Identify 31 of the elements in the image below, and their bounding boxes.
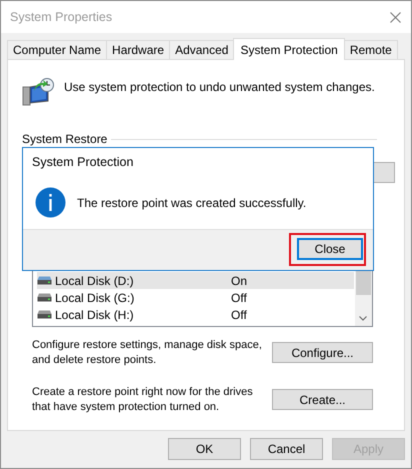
close-icon[interactable]: [390, 12, 401, 22]
protection-status: On: [231, 274, 248, 288]
drive-row[interactable]: Local Disk (D:) On: [37, 272, 354, 289]
drive-icon: [37, 276, 52, 285]
monitor-clock-icon: [22, 77, 54, 107]
create-button[interactable]: Create...: [272, 389, 373, 410]
protection-status: Off: [231, 308, 247, 322]
drive-name: Local Disk (D:): [55, 274, 135, 288]
drive-icon: [37, 293, 52, 302]
protection-status: Off: [231, 290, 247, 304]
tab[interactable]: Computer Name: [7, 40, 108, 59]
dialog-button[interactable]: Cancel: [250, 438, 323, 460]
info-icon: [35, 187, 66, 218]
drive-name: Local Disk (H:): [55, 308, 135, 322]
dialog-title: System Protection: [31, 154, 134, 171]
drive-row[interactable]: Local Disk (H:) Off: [37, 306, 354, 323]
description-text: Configure restore settings, manage disk space, and delete restore points.: [32, 338, 263, 368]
drive-name: Local Disk (G:): [55, 290, 136, 304]
drive-icon: [37, 310, 52, 319]
group-label: System Restore: [22, 132, 108, 146]
tab[interactable]: Remote: [344, 40, 398, 59]
window-title: System Properties: [10, 10, 112, 24]
dialog-button[interactable]: OK: [168, 438, 241, 460]
dialog-message: The restore point was created successfully.: [77, 196, 306, 210]
chevron-down-icon[interactable]: [359, 316, 367, 321]
description-text: Create a restore point right now for the drives that have system protection turned on.: [32, 385, 254, 415]
drive-row[interactable]: Local Disk (G:) Off: [37, 289, 354, 306]
close-button[interactable]: Close: [297, 238, 363, 260]
tab[interactable]: System Protection: [233, 38, 345, 60]
configure-button[interactable]: Configure...: [272, 342, 373, 363]
intro-text: Use system protection to undo unwanted system changes.: [64, 79, 375, 96]
